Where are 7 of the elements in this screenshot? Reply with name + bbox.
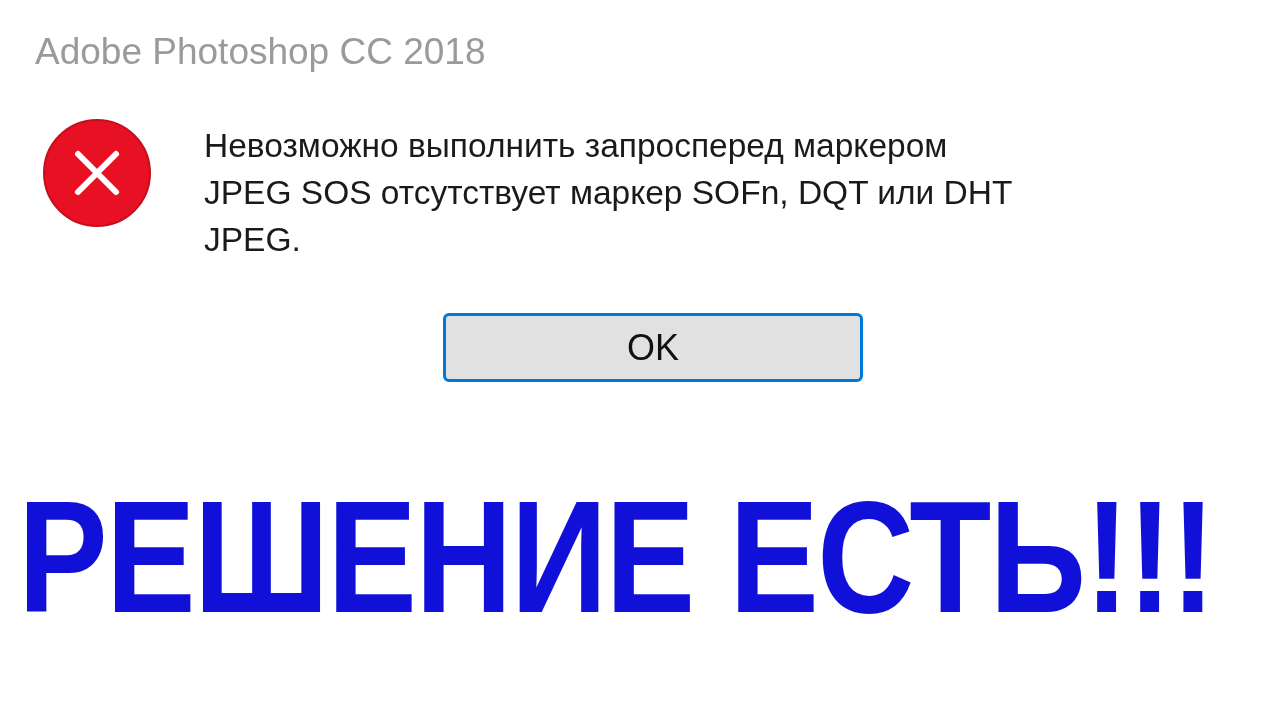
caption-text: РЕШЕНИЕ ЕСТЬ!!! xyxy=(18,477,1214,638)
message-text: Невозможно выполнить запросперед маркером xyxy=(204,126,949,167)
ok-button[interactable]: OK xyxy=(443,313,863,383)
message-text: JPEG. xyxy=(204,220,302,261)
window-title: Adobe Photoshop CC 2018 xyxy=(34,30,487,74)
error-icon xyxy=(42,118,152,229)
message-text: JPEG SOS отсутствует маркер SOFn, DQT или DHT xyxy=(204,173,1013,214)
